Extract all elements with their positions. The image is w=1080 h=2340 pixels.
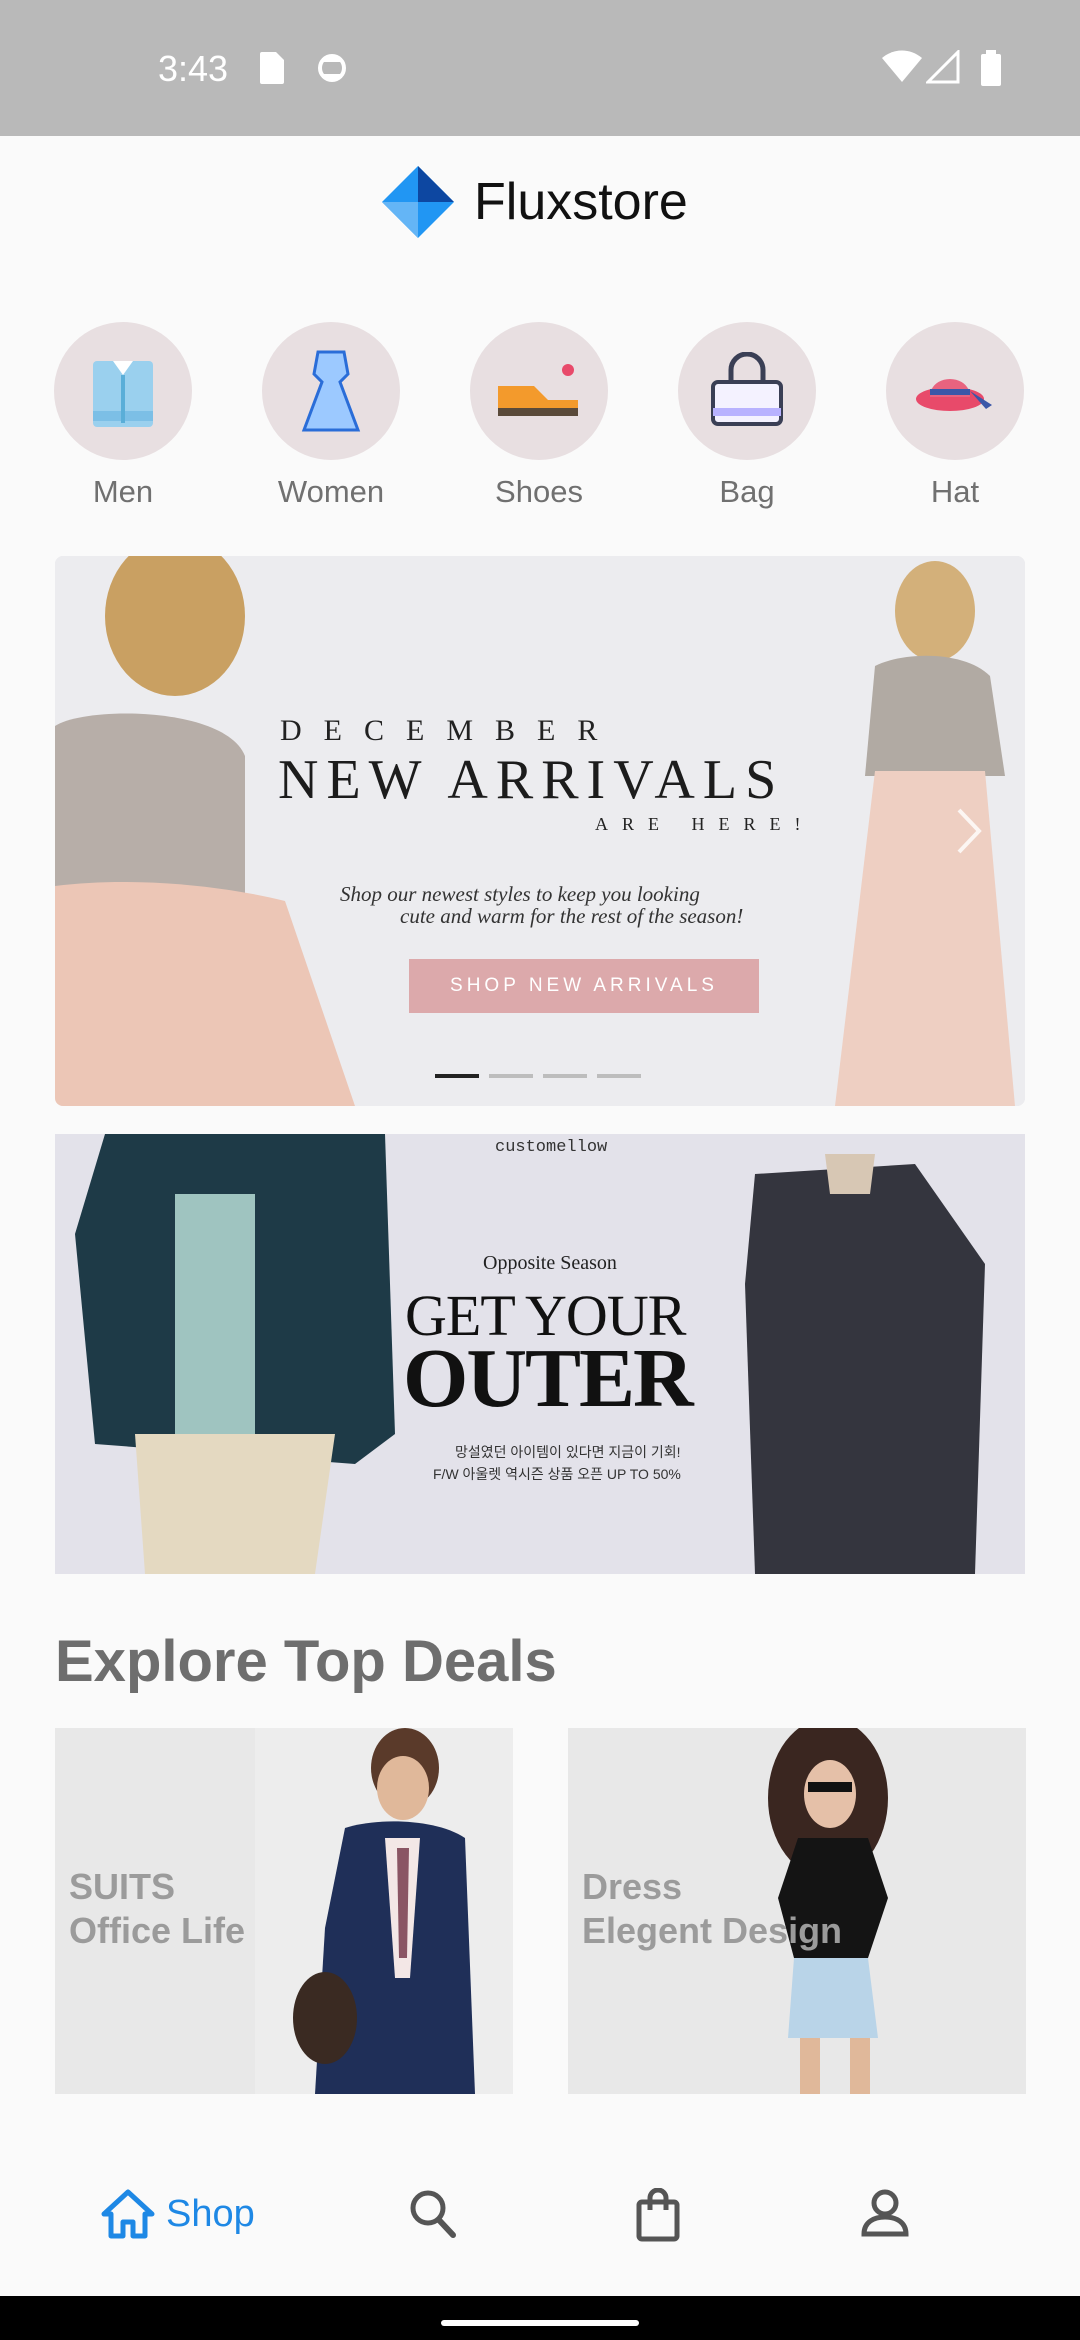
promo-headline-bottom: OUTER xyxy=(403,1332,694,1425)
home-icon xyxy=(101,2189,155,2239)
app-title: Fluxstore xyxy=(474,173,688,231)
search-icon xyxy=(410,2190,456,2238)
promo-line-2: F/W 아울렛 역시즌 상품 오픈 UP TO 50% xyxy=(433,1466,681,1482)
wifi-icon xyxy=(882,50,922,89)
bottom-tab-bar: Shop xyxy=(0,2160,1080,2296)
carousel-dot[interactable] xyxy=(597,1074,641,1078)
hero-cta-button[interactable]: SHOP NEW ARRIVALS xyxy=(409,959,759,1013)
home-gesture-handle[interactable] xyxy=(441,2320,639,2326)
system-nav-bar xyxy=(0,2296,1080,2340)
promo-kicker: Opposite Season xyxy=(483,1252,617,1274)
sd-card-icon xyxy=(256,50,286,91)
deal-line-2: Office Life xyxy=(69,1910,246,1951)
tab-profile[interactable] xyxy=(860,2188,910,2238)
carousel-dot[interactable] xyxy=(543,1074,587,1078)
promo-line-1: 망설였던 아이템이 있다면 지금이 기회! xyxy=(455,1444,681,1460)
promo-banner-outer[interactable]: customellow Opposite Season GET YOUR OUT… xyxy=(55,1134,1025,1574)
carousel-dot[interactable] xyxy=(435,1074,479,1078)
tab-shop[interactable]: Shop xyxy=(100,2188,255,2240)
deal-line-2: Elegent Design xyxy=(582,1910,843,1951)
category-label: Shoes xyxy=(495,474,583,509)
hero-headline: NEW ARRIVALS xyxy=(278,749,785,811)
hat-icon xyxy=(886,322,1024,460)
hero-banner-art xyxy=(55,556,1025,1106)
cart-icon xyxy=(636,2188,680,2242)
hero-copy-2: cute and warm for the rest of the season… xyxy=(400,904,744,928)
bag-icon xyxy=(678,322,816,460)
battery-icon xyxy=(980,50,1002,91)
hero-subline: ARE HERE! xyxy=(595,814,815,834)
category-men[interactable]: Men xyxy=(53,322,193,510)
fluxstore-logo-icon xyxy=(382,166,454,238)
shirt-icon xyxy=(54,322,192,460)
deal-line-1: SUITS xyxy=(69,1866,176,1907)
promo-brand: customellow xyxy=(495,1138,608,1157)
deal-line-1: Dress xyxy=(582,1866,683,1907)
status-bar: 3:43 xyxy=(0,0,1080,136)
sync-icon xyxy=(316,50,348,91)
category-women[interactable]: Women xyxy=(261,322,401,510)
category-label: Women xyxy=(277,474,385,509)
tab-shop-label: Shop xyxy=(166,2192,255,2235)
deal-card-dress[interactable]: Dress Elegent Design xyxy=(568,1728,1026,2094)
category-label: Hat xyxy=(930,474,980,509)
shoe-icon xyxy=(470,322,608,460)
category-label: Bag xyxy=(719,474,775,509)
carousel-dot[interactable] xyxy=(489,1074,533,1078)
app-logo[interactable]: Fluxstore xyxy=(382,166,688,238)
category-hat[interactable]: Hat xyxy=(885,322,1025,510)
carousel-indicator xyxy=(435,1074,641,1078)
tab-search[interactable] xyxy=(408,2188,458,2240)
hero-banner-carousel[interactable]: DECEMBER NEW ARRIVALS ARE HERE! Shop our… xyxy=(55,556,1025,1106)
chevron-right-icon[interactable] xyxy=(955,806,983,861)
dress-icon xyxy=(262,322,400,460)
category-bag[interactable]: Bag xyxy=(677,322,817,510)
hero-cta-label: SHOP NEW ARRIVALS xyxy=(450,975,718,996)
section-title: Explore Top Deals xyxy=(55,1629,557,1694)
deal-card-suits[interactable]: SUITS Office Life xyxy=(55,1728,513,2094)
category-shoes[interactable]: Shoes xyxy=(469,322,609,510)
status-time: 3:43 xyxy=(158,48,229,89)
tab-cart[interactable] xyxy=(636,2188,680,2242)
hero-eyebrow: DECEMBER xyxy=(280,714,620,747)
app-header: Fluxstore xyxy=(0,136,1080,276)
profile-icon xyxy=(861,2189,909,2237)
category-row: Men Women Shoes Bag Hat xyxy=(0,322,1080,522)
category-label: Men xyxy=(92,474,154,509)
signal-icon xyxy=(924,48,966,89)
